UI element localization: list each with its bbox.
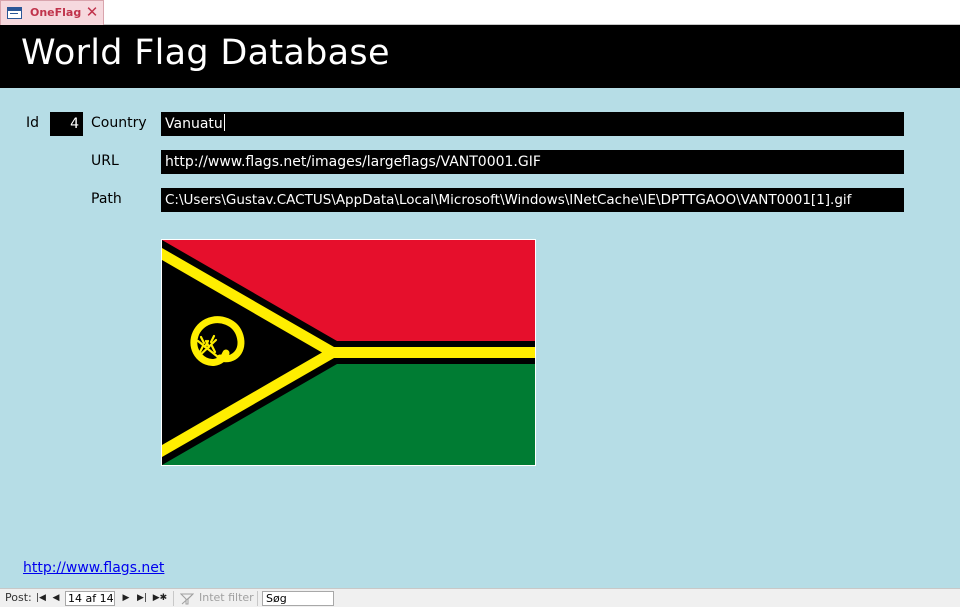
form-header: World Flag Database: [0, 25, 960, 88]
next-record-icon[interactable]: ▶: [120, 592, 132, 604]
page-title: World Flag Database: [21, 33, 390, 73]
record-navigation-bar: Post: |◀ ◀ 14 af 14 ▶ ▶| ▶✱ Intet filter…: [0, 588, 960, 607]
last-record-icon[interactable]: ▶|: [136, 592, 148, 604]
url-label: URL: [91, 153, 119, 169]
country-field[interactable]: Vanuatu: [161, 112, 904, 136]
new-record-icon[interactable]: ▶✱: [152, 592, 168, 604]
document-tab-strip: OneFlag ✕: [0, 0, 960, 25]
filter-icon: [180, 593, 194, 605]
close-icon[interactable]: ✕: [85, 4, 99, 20]
tab-label: OneFlag: [30, 6, 82, 19]
tab-oneflag[interactable]: OneFlag ✕: [0, 0, 104, 25]
first-record-icon[interactable]: |◀: [35, 592, 47, 604]
path-label: Path: [91, 191, 122, 207]
path-field[interactable]: C:\Users\Gustav.CACTUS\AppData\Local\Mic…: [161, 188, 904, 212]
country-value: Vanuatu: [165, 116, 223, 132]
form-icon: [7, 7, 22, 19]
search-input[interactable]: Søg: [262, 591, 334, 606]
flag-image: [161, 239, 536, 466]
filter-label: Intet filter: [199, 591, 254, 604]
text-caret: [223, 114, 225, 131]
url-field[interactable]: http://www.flags.net/images/largeflags/V…: [161, 150, 904, 174]
country-label: Country: [91, 115, 147, 131]
divider: [173, 591, 174, 606]
current-record-field[interactable]: 14 af 14: [65, 591, 115, 606]
divider: [257, 591, 258, 606]
id-label: Id: [26, 115, 40, 131]
previous-record-icon[interactable]: ◀: [50, 592, 62, 604]
vanuatu-flag: [162, 240, 535, 465]
flags-net-link[interactable]: http://www.flags.net: [23, 560, 164, 576]
id-field[interactable]: 4: [50, 112, 83, 136]
record-label: Post:: [5, 591, 32, 604]
